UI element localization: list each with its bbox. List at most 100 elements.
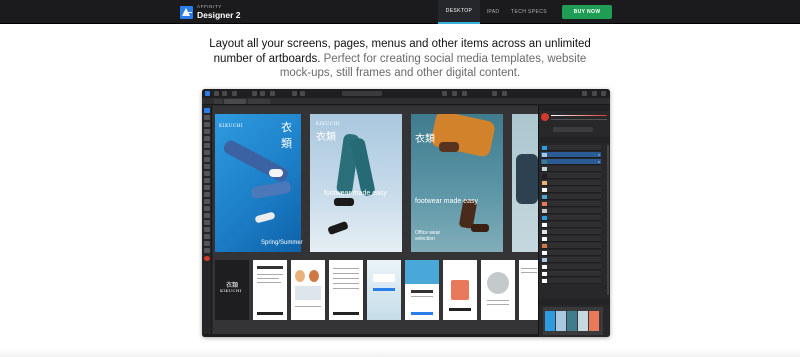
layer-row bbox=[541, 166, 601, 172]
doc-tab bbox=[224, 99, 246, 104]
headline-muted: Perfect for creating social media templa… bbox=[279, 52, 587, 80]
document-tabs bbox=[202, 98, 610, 105]
doc-tab bbox=[248, 99, 270, 104]
layer-row bbox=[541, 250, 601, 256]
menu-icon bbox=[214, 91, 219, 96]
layer-row bbox=[541, 271, 601, 277]
tool-icon bbox=[204, 136, 210, 141]
layer-row bbox=[541, 264, 601, 270]
layer-row bbox=[541, 187, 601, 193]
layer-row-selected bbox=[541, 152, 601, 158]
tab-desktop[interactable]: DESKTOP bbox=[438, 0, 480, 24]
artboard-logo: KIKUCHI bbox=[219, 124, 244, 129]
panel-button bbox=[553, 127, 593, 132]
mini-artboard bbox=[443, 260, 477, 320]
tool-icon bbox=[204, 171, 210, 176]
mini-artboard bbox=[405, 260, 439, 320]
layer-row bbox=[541, 173, 601, 179]
artboard-caption: Spring/Summer bbox=[261, 240, 303, 246]
color-wheel-icon bbox=[541, 113, 549, 121]
artboard-3: 衣類 footwear made easy Office wear select… bbox=[411, 114, 503, 252]
tool-icon bbox=[204, 150, 210, 155]
mini-artboard: KIKUCHI 衣類 bbox=[215, 260, 249, 320]
tool-icon bbox=[204, 220, 210, 225]
artboard-tagline: footwear made easy bbox=[415, 198, 479, 205]
toolbar-icon bbox=[601, 91, 606, 96]
tool-icon bbox=[204, 192, 210, 197]
tool-icon bbox=[204, 241, 210, 246]
artboard-kanji: 衣類 bbox=[281, 121, 292, 150]
tool-icon bbox=[204, 115, 210, 120]
tool-icon bbox=[204, 178, 210, 183]
color-slider bbox=[551, 115, 607, 116]
artboard-1: KIKUCHI 衣類 Spring/Summer bbox=[215, 114, 303, 252]
tool-icon bbox=[204, 164, 210, 169]
tool-icon bbox=[204, 234, 210, 239]
navigator-preview bbox=[543, 307, 603, 335]
top-nav: AFFINITY Designer 2 DESKTOP IPAD TECH SP… bbox=[0, 0, 800, 24]
toolbar-icon bbox=[300, 91, 305, 96]
toolbar-icon bbox=[582, 91, 587, 96]
status-bar bbox=[202, 334, 538, 337]
tools-panel bbox=[202, 105, 212, 337]
layer-row-selected bbox=[541, 159, 601, 165]
tool-icon bbox=[204, 122, 210, 127]
mini-artboard bbox=[481, 260, 515, 320]
menu-icon bbox=[222, 91, 227, 96]
section-divider bbox=[0, 349, 800, 357]
layer-row bbox=[541, 229, 601, 235]
mini-artboard bbox=[519, 260, 538, 320]
artboard-kanji: 衣類 bbox=[415, 134, 435, 145]
layer-row bbox=[541, 257, 601, 263]
tool-icon bbox=[204, 143, 210, 148]
artboard-2: KIKUCHI 衣類 footwear made easy bbox=[310, 114, 402, 252]
artboard-4 bbox=[512, 114, 538, 252]
toolbar-icon bbox=[492, 91, 497, 96]
affinity-designer-logo[interactable]: AFFINITY Designer 2 bbox=[180, 3, 240, 21]
feature-headline: Layout all your screens, pages, menus an… bbox=[200, 37, 600, 81]
mini-artboard bbox=[329, 260, 363, 320]
mini-kanji: 衣類 bbox=[226, 282, 239, 289]
app-title-bar bbox=[202, 89, 610, 98]
layer-row bbox=[541, 222, 601, 228]
artboard-tagline: footwear made easy bbox=[324, 190, 388, 197]
toolbar-icon bbox=[260, 91, 265, 96]
tab-ipad[interactable]: IPAD bbox=[480, 0, 506, 24]
layer-row bbox=[541, 208, 601, 214]
layer-row bbox=[541, 236, 601, 242]
layer-row bbox=[541, 278, 601, 284]
opacity-slider bbox=[551, 119, 607, 120]
artboard-canvas: KIKUCHI 衣類 Spring/Summer KIKUCHI 衣類 foot… bbox=[213, 106, 538, 334]
toolbar-icon bbox=[502, 91, 507, 96]
tool-icon bbox=[204, 213, 210, 218]
artboard-caption: Office wear selection bbox=[415, 230, 441, 242]
mini-artboard bbox=[291, 260, 325, 320]
buy-now-button[interactable]: BUY NOW bbox=[562, 5, 612, 19]
layer-row bbox=[541, 201, 601, 207]
layer-row bbox=[541, 180, 601, 186]
tab-tech-specs[interactable]: TECH SPECS bbox=[506, 0, 552, 24]
artboard-kanji: 衣類 bbox=[316, 132, 336, 143]
color-swatch-icon bbox=[204, 256, 210, 261]
toolbar-icon bbox=[442, 91, 447, 96]
tool-icon bbox=[204, 227, 210, 232]
app-screenshot: KIKUCHI 衣類 Spring/Summer KIKUCHI 衣類 foot… bbox=[202, 89, 610, 337]
toolbar-icon bbox=[452, 91, 457, 96]
brand-name: AFFINITY bbox=[197, 4, 222, 9]
tool-icon bbox=[204, 206, 210, 211]
tool-icon bbox=[204, 129, 210, 134]
toolbar-icon bbox=[292, 91, 297, 96]
affinity-designer-icon bbox=[180, 5, 193, 19]
layer-row bbox=[541, 215, 601, 221]
tool-icon bbox=[204, 157, 210, 162]
document-title-field bbox=[342, 91, 382, 96]
toolbar-icon bbox=[592, 91, 597, 96]
product-name: Designer 2 bbox=[197, 9, 241, 20]
tool-icon bbox=[204, 199, 210, 204]
navigator-tabs bbox=[539, 299, 610, 305]
menu-icon bbox=[232, 91, 237, 96]
layer-row bbox=[541, 145, 601, 151]
doc-tab bbox=[214, 99, 222, 104]
studio-panel bbox=[538, 105, 610, 337]
layers-tabs bbox=[539, 137, 610, 143]
